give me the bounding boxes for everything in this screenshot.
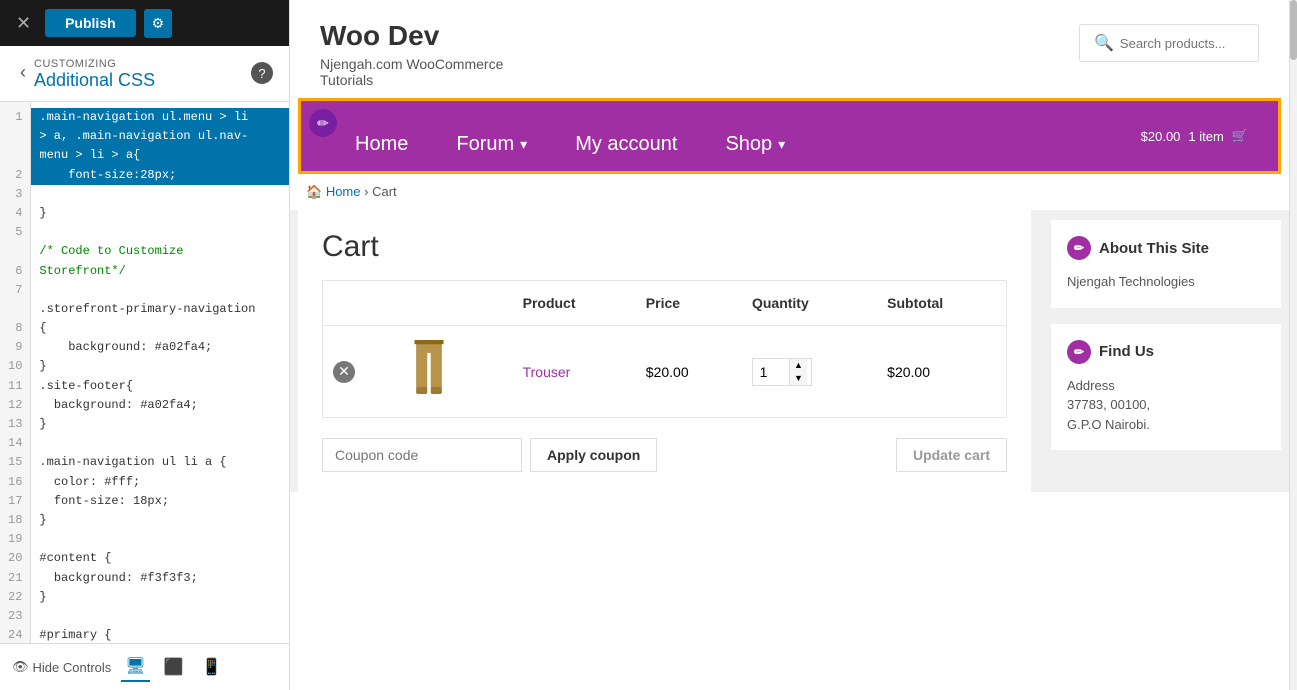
remove-cell: ✕: [323, 326, 395, 418]
home-icon: 🏠: [306, 184, 322, 199]
quantity-input[interactable]: [753, 360, 789, 384]
price-cell: $20.00: [636, 326, 742, 418]
cart-title: Cart: [322, 230, 1007, 264]
product-link[interactable]: Trouser: [523, 364, 571, 380]
panel-titles: Customizing Additional CSS: [30, 58, 251, 91]
breadcrumb: 🏠 Home › Cart: [298, 174, 1281, 210]
col-subtotal: Subtotal: [877, 281, 1006, 326]
site-title: Woo Dev: [320, 20, 503, 52]
nav-item-label: Forum: [456, 133, 514, 156]
bottom-bar: 👁 Hide Controls 🖥 ⬛ 📱: [0, 643, 289, 690]
scrollbar-thumb[interactable]: [1290, 0, 1297, 60]
col-image: [394, 281, 512, 326]
quantity-wrapper: ▲ ▼: [752, 358, 812, 386]
findus-address2: G.P.O Nairobi.: [1067, 415, 1265, 435]
chevron-down-icon: ▾: [778, 136, 785, 153]
settings-button[interactable]: ⚙: [144, 9, 173, 38]
scrollbar[interactable]: [1289, 0, 1297, 690]
product-image-cell: [394, 326, 512, 418]
breadcrumb-current: Cart: [372, 184, 397, 199]
customizing-label: Customizing: [34, 58, 251, 70]
main-navigation: Home Forum ▾ My account Shop ▾ $20.: [301, 101, 1278, 171]
hide-icon: 👁: [12, 659, 29, 675]
findus-widget-title: ✏ Find Us: [1067, 340, 1265, 364]
nav-item-label: My account: [575, 133, 677, 156]
coupon-input[interactable]: [322, 438, 522, 472]
col-quantity: Quantity: [742, 281, 877, 326]
cart-items: 1 item: [1188, 129, 1223, 144]
back-button[interactable]: ‹: [16, 60, 30, 85]
nav-item-myaccount[interactable]: My account: [551, 123, 701, 166]
close-button[interactable]: ✕: [10, 10, 37, 36]
line-numbers: 1 2 3 4 5 6 7 8 9 10 11 12 13 14 15 16: [0, 102, 31, 643]
product-name-cell: Trouser: [513, 326, 636, 418]
cart-table: Product Price Quantity Subtotal ✕: [322, 280, 1007, 418]
nav-items: Home Forum ▾ My account Shop ▾: [331, 123, 809, 166]
tablet-device-button[interactable]: ⬛: [160, 653, 188, 681]
main-content: Cart Product Price Quantity Subtotal: [290, 210, 1289, 492]
col-remove: [323, 281, 395, 326]
remove-item-button[interactable]: ✕: [333, 361, 355, 383]
findus-address: 37783, 00100,: [1067, 395, 1265, 415]
code-content[interactable]: .main-navigation ul.menu > li > a, .main…: [31, 102, 289, 643]
about-icon: ✏: [1067, 236, 1091, 260]
search-icon: 🔍: [1094, 33, 1114, 53]
site-header: Woo Dev Njengah.com WooCommerce Tutorial…: [290, 0, 1289, 98]
product-image: [404, 340, 454, 400]
nav-wrapper: ✏ Home Forum ▾ My account Shop ▾: [298, 98, 1281, 174]
help-button[interactable]: ?: [251, 62, 273, 84]
code-editor[interactable]: 1 2 3 4 5 6 7 8 9 10 11 12 13 14 15 16: [0, 102, 289, 643]
about-widget-content: Njengah Technologies: [1067, 272, 1265, 292]
about-widget: ✏ About This Site Njengah Technologies: [1051, 220, 1281, 308]
site-subtitle: Njengah.com WooCommerce: [320, 56, 503, 72]
cart-icon[interactable]: 🛒: [1232, 128, 1248, 144]
update-cart-button[interactable]: Update cart: [896, 438, 1007, 472]
about-title-label: About This Site: [1099, 240, 1209, 257]
qty-up-button[interactable]: ▲: [790, 359, 807, 372]
findus-address-label: Address: [1067, 376, 1265, 396]
mobile-device-button[interactable]: 📱: [198, 653, 226, 681]
hide-controls-button[interactable]: 👁 Hide Controls: [12, 659, 111, 675]
findus-title-label: Find Us: [1099, 343, 1154, 360]
about-widget-title: ✏ About This Site: [1067, 236, 1265, 260]
site-subtitle2: Tutorials: [320, 72, 503, 88]
apply-coupon-button[interactable]: Apply coupon: [530, 438, 657, 472]
breadcrumb-home-link[interactable]: Home: [326, 184, 361, 199]
panel-title: Additional CSS: [34, 70, 251, 91]
findus-icon: ✏: [1067, 340, 1091, 364]
nav-item-forum[interactable]: Forum ▾: [432, 123, 551, 166]
nav-item-home[interactable]: Home: [331, 123, 432, 166]
desktop-device-button[interactable]: 🖥: [121, 652, 149, 682]
panel-header: ‹ Customizing Additional CSS ?: [0, 46, 289, 102]
customizer-panel: ✕ Publish ⚙ ‹ Customizing Additional CSS…: [0, 0, 290, 690]
qty-arrows: ▲ ▼: [789, 359, 807, 385]
chevron-down-icon: ▾: [520, 136, 527, 153]
edit-nav-button[interactable]: ✏: [309, 109, 337, 137]
nav-item-label: Shop: [725, 133, 772, 156]
table-row: ✕: [323, 326, 1007, 418]
nav-item-shop[interactable]: Shop ▾: [701, 123, 809, 166]
content-area: Cart Product Price Quantity Subtotal: [298, 210, 1031, 492]
cart-price: $20.00: [1141, 129, 1181, 144]
preview-content: Woo Dev Njengah.com WooCommerce Tutorial…: [290, 0, 1289, 690]
col-product: Product: [513, 281, 636, 326]
top-bar: ✕ Publish ⚙: [0, 0, 289, 46]
cart-info: $20.00 1 item 🛒: [1141, 128, 1248, 144]
nav-item-label: Home: [355, 133, 408, 156]
coupon-area: Apply coupon Update cart: [322, 428, 1007, 472]
hide-controls-label: Hide Controls: [33, 660, 112, 675]
findus-widget: ✏ Find Us Address 37783, 00100, G.P.O Na…: [1051, 324, 1281, 451]
breadcrumb-separator: ›: [364, 184, 372, 199]
sidebar: ✏ About This Site Njengah Technologies ✏…: [1051, 210, 1281, 492]
search-input[interactable]: [1120, 36, 1240, 51]
subtotal-cell: $20.00: [877, 326, 1006, 418]
quantity-cell: ▲ ▼: [742, 326, 877, 418]
publish-button[interactable]: Publish: [45, 9, 136, 37]
qty-down-button[interactable]: ▼: [790, 372, 807, 385]
preview-panel: Woo Dev Njengah.com WooCommerce Tutorial…: [290, 0, 1289, 690]
col-price: Price: [636, 281, 742, 326]
